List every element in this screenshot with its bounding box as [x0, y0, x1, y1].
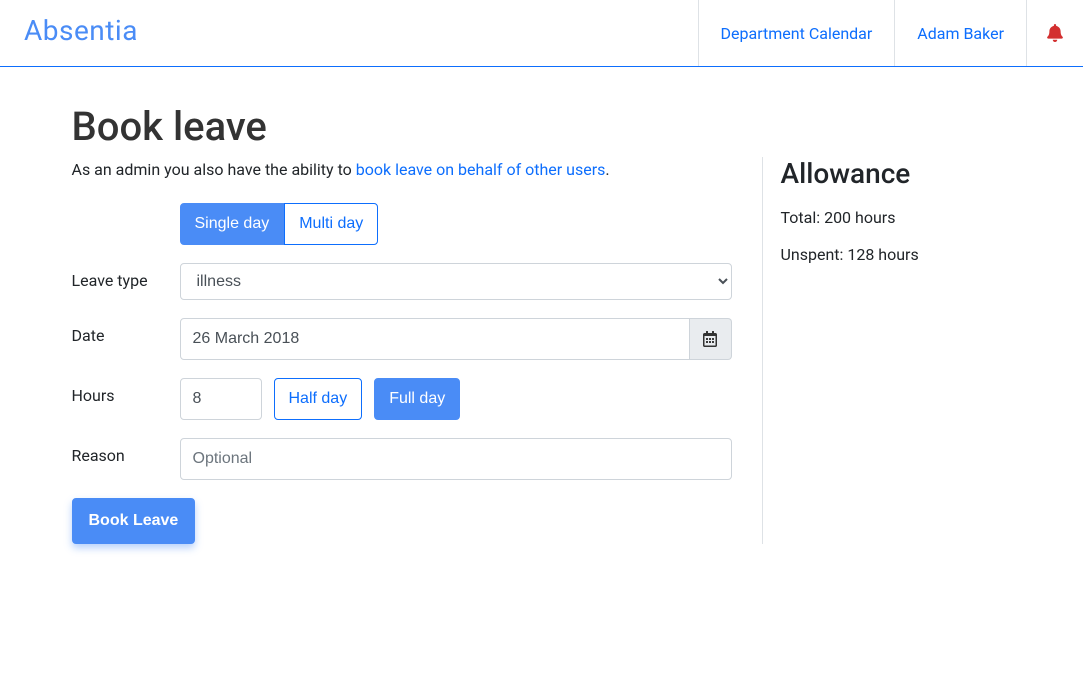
leave-type-select[interactable]: illness	[180, 263, 732, 300]
date-field[interactable]	[180, 318, 690, 360]
nav-right: Department Calendar Adam Baker	[698, 0, 1083, 66]
day-mode-toggle: Single day Multi day	[180, 203, 379, 245]
leave-type-label: Leave type	[72, 263, 180, 290]
page-subtitle: As an admin you also have the ability to…	[72, 160, 732, 179]
form-section: Book leave As an admin you also have the…	[72, 103, 732, 544]
leave-type-row: Leave type illness	[72, 263, 732, 300]
nav-notifications[interactable]	[1026, 0, 1083, 66]
book-on-behalf-link[interactable]: book leave on behalf of other users	[356, 160, 606, 179]
reason-row: Reason	[72, 438, 732, 480]
tab-single-day[interactable]: Single day	[180, 203, 285, 245]
hours-field[interactable]	[180, 378, 262, 420]
empty-label	[72, 203, 180, 211]
half-day-button[interactable]: Half day	[274, 378, 363, 420]
date-input-group	[180, 318, 732, 360]
brand-logo[interactable]: Absentia	[0, 0, 162, 66]
day-mode-row: Single day Multi day	[72, 203, 732, 245]
date-row: Date	[72, 318, 732, 360]
date-picker-button[interactable]	[690, 318, 732, 360]
calendar-icon	[702, 331, 718, 347]
allowance-section: Allowance Total: 200 hours Unspent: 128 …	[762, 157, 1012, 544]
page-title: Book leave	[72, 103, 732, 150]
navbar: Absentia Department Calendar Adam Baker	[0, 0, 1083, 67]
date-label: Date	[72, 318, 180, 345]
reason-field[interactable]	[180, 438, 732, 480]
allowance-total: Total: 200 hours	[781, 208, 1012, 227]
nav-department-calendar[interactable]: Department Calendar	[698, 0, 895, 66]
allowance-unspent: Unspent: 128 hours	[781, 245, 1012, 264]
allowance-heading: Allowance	[781, 157, 1012, 190]
book-leave-button[interactable]: Book Leave	[72, 498, 196, 544]
nav-user-menu[interactable]: Adam Baker	[894, 0, 1026, 66]
hours-label: Hours	[72, 378, 180, 405]
full-day-button[interactable]: Full day	[374, 378, 460, 420]
bell-icon	[1047, 24, 1063, 42]
hours-row: Hours Half day Full day	[72, 378, 732, 420]
subtitle-suffix: .	[605, 160, 609, 179]
reason-label: Reason	[72, 438, 180, 465]
subtitle-text: As an admin you also have the ability to	[72, 160, 356, 179]
main-container: Book leave As an admin you also have the…	[52, 67, 1032, 580]
tab-multi-day[interactable]: Multi day	[284, 203, 378, 245]
